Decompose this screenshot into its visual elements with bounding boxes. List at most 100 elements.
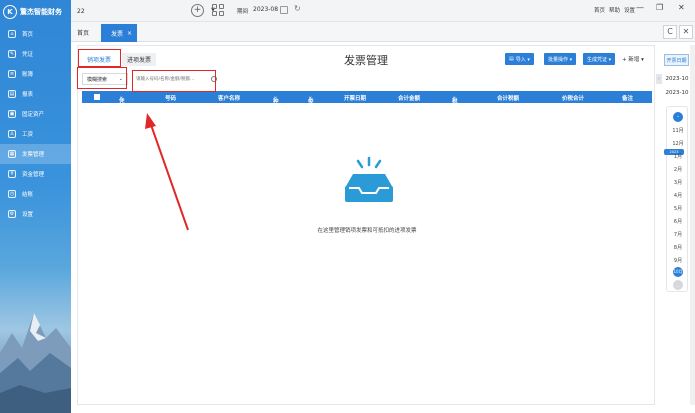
account-value: 22: [77, 7, 85, 15]
apps-grid-icon[interactable]: [212, 4, 224, 16]
sidebar-item-ledger[interactable]: ≡ 账簿: [0, 64, 71, 84]
month-item[interactable]: 2月: [667, 166, 689, 173]
sidebar-item-home[interactable]: ⌂ 首页: [0, 24, 71, 44]
sidebar-item-label: 账簿: [22, 72, 34, 78]
fund-icon: ¥: [8, 170, 16, 178]
col-tax-rate[interactable]: 税率 ⌄: [452, 94, 458, 113]
maximize-icon[interactable]: ❐: [656, 3, 663, 12]
brand: K 驚杰智能财务: [0, 0, 71, 24]
rail-collapse-handle[interactable]: ›: [656, 74, 662, 84]
close-tab-icon[interactable]: ×: [127, 30, 132, 37]
reload-tab-button[interactable]: C: [663, 25, 677, 39]
col-issue-date: 开票日期: [344, 96, 367, 102]
add-account-icon[interactable]: +: [191, 4, 204, 17]
sidebar-item-label: 固定资产: [22, 112, 45, 118]
sidebar-item-salary[interactable]: ♙ 工资: [0, 124, 71, 144]
scrollbar[interactable]: [690, 45, 695, 405]
sidebar-item-settings[interactable]: ⚙ 设置: [0, 204, 71, 224]
brand-logo-icon: K: [3, 5, 17, 19]
col-total-amount: 合计金额: [398, 96, 421, 102]
sidebar-item-label: 首页: [22, 32, 34, 38]
month-item[interactable]: 11月: [667, 127, 689, 134]
sidebar-item-label: 资金管理: [22, 172, 45, 178]
month-item[interactable]: 3月: [667, 179, 689, 186]
salary-icon: ♙: [8, 130, 16, 138]
date-range-start: 2023-10: [665, 76, 689, 82]
sidebar-item-label: 设置: [22, 212, 34, 218]
scroll-down-icon[interactable]: ⌄: [673, 280, 683, 290]
sidebar-item-label: 工资: [22, 132, 34, 138]
sidebar-item-report[interactable]: ▤ 报表: [0, 84, 71, 104]
col-customer: 客户名称: [218, 96, 241, 102]
month-item[interactable]: 12月: [667, 140, 689, 147]
settings-icon: ⚙: [8, 210, 16, 218]
top-bar: 22 ▼ + 期间 2023-08 ↻ 首页 帮助 设置 — ❐ ✕: [71, 0, 695, 22]
invoice-icon: ▦: [8, 150, 16, 158]
sidebar: K 驚杰智能财务 ⌂ 首页 ✎ 凭证 ≡ 账簿 ▤ 报表 ▣ 固定资产 ♙ 工资 ▦ 发票管理…: [0, 0, 71, 413]
month-rail: ⌃ 11月 12月 2023 1月 2月 3月 4月 5月 6月 7月 8月 9…: [664, 106, 689, 292]
month-item-selected[interactable]: 10月: [673, 267, 683, 277]
col-kind[interactable]: 种类 ⌄: [273, 94, 279, 113]
select-all-checkbox[interactable]: [94, 94, 100, 100]
month-item[interactable]: 6月: [667, 218, 689, 225]
col-total-with-tax: 价税合计: [562, 96, 585, 102]
month-item[interactable]: 8月: [667, 244, 689, 251]
period-label: 期间: [237, 9, 249, 15]
closing-icon: ◷: [8, 190, 16, 198]
tab-invoice-label: 发票: [111, 30, 124, 38]
asset-icon: ▣: [8, 110, 16, 118]
col-voucher[interactable]: 凭证 ⌄: [119, 94, 125, 113]
col-type[interactable]: 类型 ⌄: [308, 94, 314, 113]
invoice-date-filter-button[interactable]: 开票日期: [664, 54, 689, 66]
home-icon: ⌂: [8, 30, 16, 38]
month-item[interactable]: 1月: [667, 153, 689, 160]
link-help[interactable]: 帮助: [609, 6, 620, 14]
period-value[interactable]: 2023-08: [253, 6, 278, 13]
annotation-box-search-input: [132, 70, 216, 92]
import-button[interactable]: ▤ 导入 ▾: [505, 53, 534, 65]
annotation-arrow: [145, 113, 189, 231]
sidebar-item-voucher[interactable]: ✎ 凭证: [0, 44, 71, 64]
col-remark: 备注: [622, 96, 634, 102]
batch-operation-button[interactable]: 批量操作 ▾: [544, 53, 577, 65]
tab-purchase-invoice[interactable]: 进项发票: [122, 53, 157, 66]
sidebar-item-invoice[interactable]: ▦ 发票管理: [0, 144, 71, 164]
sidebar-item-label: 报表: [22, 92, 34, 98]
brand-name: 驚杰智能财务: [20, 8, 62, 16]
col-total-tax: 合计税额: [497, 96, 520, 102]
page-tabs: 首页 发票 × C ✕: [71, 22, 695, 42]
sidebar-item-closing[interactable]: ◷ 结账: [0, 184, 71, 204]
calendar-icon[interactable]: [280, 6, 288, 14]
generate-voucher-button[interactable]: 生成凭证 ▾: [583, 53, 616, 65]
sidebar-item-label: 凭证: [22, 52, 34, 58]
month-item[interactable]: 4月: [667, 192, 689, 199]
date-range-end: 2023-10: [665, 90, 689, 96]
empty-tray-icon: [345, 156, 393, 202]
tab-home[interactable]: 首页: [77, 28, 89, 37]
top-links: 首页 帮助 设置: [594, 6, 635, 14]
voucher-icon: ✎: [8, 50, 16, 58]
sidebar-item-assets[interactable]: ▣ 固定资产: [0, 104, 71, 124]
page-title: 发票管理: [344, 54, 388, 67]
close-window-icon[interactable]: ✕: [678, 3, 685, 12]
link-home[interactable]: 首页: [594, 6, 605, 14]
close-all-tabs-button[interactable]: ✕: [679, 25, 693, 39]
sidebar-item-label: 发票管理: [22, 152, 45, 158]
refresh-icon[interactable]: ↻: [294, 4, 301, 13]
annotation-box-sales-tab: [78, 49, 121, 67]
import-label: 导入 ▾: [515, 56, 530, 63]
report-icon: ▤: [8, 90, 16, 98]
month-item[interactable]: 9月: [667, 257, 689, 264]
mountain-decoration: [0, 313, 71, 413]
col-number: 号码: [165, 96, 177, 102]
new-button[interactable]: + 新增 ▾: [622, 55, 644, 63]
sidebar-item-label: 结账: [22, 192, 34, 198]
scroll-up-icon[interactable]: ⌃: [673, 112, 683, 122]
tab-invoice[interactable]: 发票 ×: [101, 24, 137, 42]
link-settings[interactable]: 设置: [624, 6, 635, 14]
month-item[interactable]: 5月: [667, 205, 689, 212]
sidebar-item-fund[interactable]: ¥ 资金管理: [0, 164, 71, 184]
month-item[interactable]: 7月: [667, 231, 689, 238]
ledger-icon: ≡: [8, 70, 16, 78]
minimize-icon[interactable]: —: [636, 3, 644, 12]
